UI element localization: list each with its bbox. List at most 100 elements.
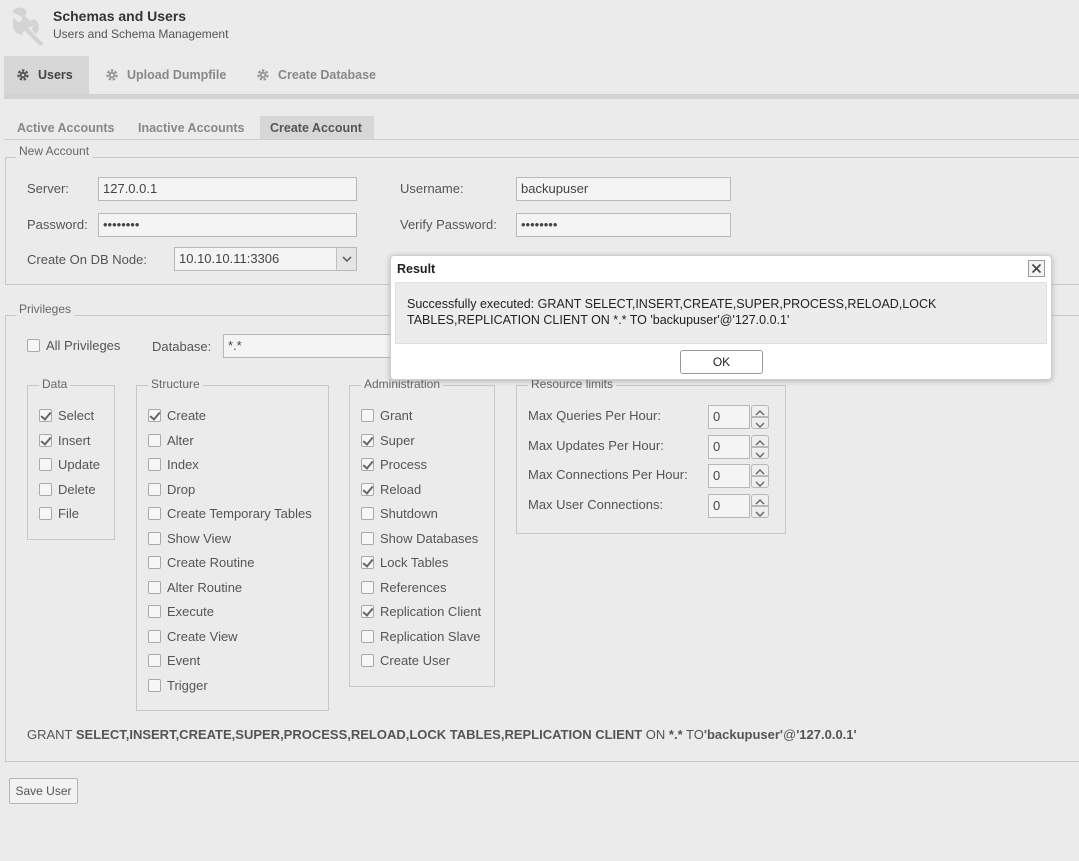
chevron-up-icon[interactable] bbox=[751, 464, 769, 476]
checkbox[interactable] bbox=[148, 580, 161, 594]
checkbox[interactable] bbox=[361, 531, 374, 545]
tab-users[interactable]: Users bbox=[4, 56, 89, 94]
page-title: Schemas and Users bbox=[53, 8, 187, 24]
checkbox-label: Alter bbox=[167, 432, 194, 448]
checkbox[interactable] bbox=[148, 654, 161, 667]
dialog-message: Successfully executed: GRANT SELECT,INSE… bbox=[395, 282, 1047, 344]
verify-password-input[interactable]: •••••••• bbox=[516, 213, 731, 237]
db-node-select[interactable]: 10.10.10.11:3306 bbox=[174, 247, 357, 271]
checkbox-label: Shutdown bbox=[380, 506, 438, 521]
save-user-button[interactable]: Save User bbox=[9, 778, 78, 804]
wrench-icon bbox=[12, 7, 44, 46]
checkbox[interactable] bbox=[361, 629, 374, 643]
stepper-value[interactable]: 0 bbox=[708, 405, 750, 429]
page-subtitle: Users and Schema Management bbox=[53, 27, 229, 41]
checkbox[interactable] bbox=[361, 654, 374, 667]
gear-icon bbox=[257, 69, 269, 81]
all-privileges-label: All Privileges bbox=[46, 338, 121, 353]
tab-upload-dumpfile[interactable]: Upload Dumpfile bbox=[105, 56, 226, 94]
checkbox[interactable] bbox=[148, 531, 161, 545]
checkbox[interactable] bbox=[39, 458, 52, 471]
grant-at: @ bbox=[783, 727, 797, 742]
checkbox[interactable] bbox=[27, 339, 40, 352]
subtab-inactive-accounts[interactable]: Inactive Accounts bbox=[128, 116, 255, 140]
checkbox-label: Event bbox=[167, 653, 201, 668]
checkbox-label: Create bbox=[167, 408, 207, 423]
tab-create-database-label: Create Database bbox=[278, 68, 376, 82]
subtab-create-account[interactable]: Create Account bbox=[260, 116, 374, 140]
tab-divider bbox=[4, 94, 1079, 99]
verify-password-label: Verify Password: bbox=[400, 217, 497, 232]
checkbox-label: Drop bbox=[167, 481, 196, 497]
checkbox[interactable] bbox=[148, 629, 161, 643]
resource-limit-stepper[interactable]: 0 bbox=[708, 464, 770, 488]
dialog-title: Result bbox=[397, 262, 436, 276]
chevron-up-icon[interactable] bbox=[751, 405, 769, 417]
stepper-value[interactable]: 0 bbox=[708, 464, 750, 488]
checkbox[interactable] bbox=[361, 556, 374, 569]
checkbox[interactable] bbox=[361, 458, 374, 471]
username-label: Username: bbox=[400, 181, 464, 196]
checkbox[interactable] bbox=[148, 458, 161, 471]
checkbox[interactable] bbox=[39, 409, 52, 422]
checkbox-label: Trigger bbox=[167, 677, 208, 693]
resource-limit-stepper[interactable]: 0 bbox=[708, 493, 770, 518]
grant-host: '127.0.0.1' bbox=[796, 727, 857, 742]
checkbox[interactable] bbox=[39, 433, 52, 447]
chevron-down-icon[interactable] bbox=[336, 248, 356, 270]
checkbox[interactable] bbox=[361, 507, 374, 520]
chevron-up-icon[interactable] bbox=[751, 434, 769, 447]
chevron-up-icon[interactable] bbox=[751, 493, 769, 506]
checkbox[interactable] bbox=[361, 605, 374, 618]
resource-limit-label: Max Connections Per Hour: bbox=[528, 467, 688, 482]
checkbox-label: File bbox=[58, 506, 79, 521]
checkbox[interactable] bbox=[148, 409, 161, 422]
grant-on-keyword: ON bbox=[645, 727, 666, 742]
checkbox-label: Create Routine bbox=[167, 555, 255, 570]
new-account-legend: New Account bbox=[16, 144, 93, 158]
checkbox[interactable] bbox=[361, 482, 374, 496]
checkbox[interactable] bbox=[361, 580, 374, 594]
server-input[interactable]: 127.0.0.1 bbox=[98, 177, 357, 201]
checkbox[interactable] bbox=[148, 605, 161, 618]
checkbox-label: Show View bbox=[167, 530, 232, 546]
password-input[interactable]: •••••••• bbox=[98, 213, 357, 237]
gear-icon bbox=[17, 69, 29, 81]
database-input[interactable]: *.* bbox=[223, 334, 393, 358]
chevron-down-icon[interactable] bbox=[751, 417, 769, 429]
db-node-value: 10.10.10.11:3306 bbox=[179, 251, 280, 266]
resource-limit-stepper[interactable]: 0 bbox=[708, 405, 770, 429]
checkbox[interactable] bbox=[148, 556, 161, 569]
chevron-down-icon[interactable] bbox=[751, 476, 769, 488]
ok-button[interactable]: OK bbox=[680, 350, 763, 374]
checkbox[interactable] bbox=[148, 678, 161, 692]
username-input[interactable]: backupuser bbox=[516, 177, 731, 201]
checkbox-label: Insert bbox=[58, 432, 91, 448]
checkbox[interactable] bbox=[148, 433, 161, 447]
stepper-value[interactable]: 0 bbox=[708, 493, 750, 518]
checkbox[interactable] bbox=[361, 409, 374, 422]
close-icon[interactable] bbox=[1028, 260, 1045, 277]
checkbox[interactable] bbox=[39, 482, 52, 496]
subtab-active-accounts[interactable]: Active Accounts bbox=[7, 116, 124, 140]
resource-limit-stepper[interactable]: 0 bbox=[708, 434, 770, 459]
checkbox[interactable] bbox=[361, 433, 374, 447]
result-dialog: Result Successfully executed: GRANT SELE… bbox=[390, 255, 1052, 380]
subtab-divider bbox=[4, 139, 1079, 140]
gear-icon bbox=[106, 69, 118, 81]
checkbox[interactable] bbox=[148, 482, 161, 496]
top-tab-bar: Users Upload Dumpfile Create Database bbox=[4, 56, 1079, 94]
checkbox-label: Replication Client bbox=[380, 604, 482, 619]
grant-keyword: GRANT bbox=[27, 727, 73, 742]
grant-user: 'backupuser' bbox=[703, 727, 784, 742]
checkbox-label: Execute bbox=[167, 604, 214, 619]
checkbox-label: Lock Tables bbox=[380, 555, 449, 570]
chevron-down-icon[interactable] bbox=[751, 505, 769, 518]
grant-database: *.* bbox=[668, 727, 683, 742]
checkbox[interactable] bbox=[39, 507, 52, 520]
chevron-down-icon[interactable] bbox=[751, 446, 769, 459]
tab-create-database[interactable]: Create Database bbox=[256, 56, 376, 94]
tab-upload-dumpfile-label: Upload Dumpfile bbox=[127, 68, 227, 82]
stepper-value[interactable]: 0 bbox=[708, 434, 750, 459]
checkbox[interactable] bbox=[148, 507, 161, 520]
